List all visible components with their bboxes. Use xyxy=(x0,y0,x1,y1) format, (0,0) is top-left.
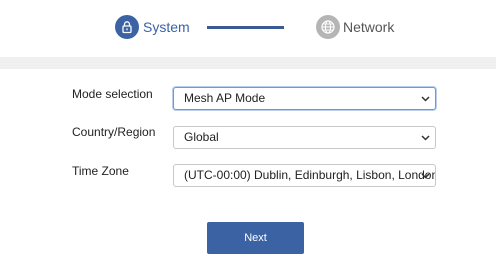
country-region-value: Global xyxy=(184,130,219,144)
globe-icon xyxy=(321,20,335,34)
system-step-icon xyxy=(115,15,139,39)
mode-selection-label: Mode selection xyxy=(72,87,153,101)
network-step-icon xyxy=(316,15,340,39)
next-button[interactable]: Next xyxy=(207,222,304,254)
step-network-label: Network xyxy=(343,19,395,35)
setup-stepper: System Network xyxy=(0,0,496,57)
step-connector xyxy=(207,26,284,29)
time-zone-value: (UTC-00:00) Dublin, Edinburgh, Lisbon, L… xyxy=(184,168,436,182)
time-zone-label: Time Zone xyxy=(72,164,129,178)
mode-selection-dropdown[interactable]: Mesh AP Mode xyxy=(173,87,436,110)
header-divider-band xyxy=(0,57,496,69)
chevron-down-icon xyxy=(420,127,430,148)
chevron-down-icon xyxy=(420,165,430,186)
step-system-label: System xyxy=(143,19,190,35)
country-region-dropdown[interactable]: Global xyxy=(173,126,436,149)
lock-icon xyxy=(122,21,132,34)
time-zone-dropdown[interactable]: (UTC-00:00) Dublin, Edinburgh, Lisbon, L… xyxy=(173,164,436,187)
chevron-down-icon xyxy=(420,88,430,109)
mode-selection-value: Mesh AP Mode xyxy=(184,91,266,105)
country-region-label: Country/Region xyxy=(72,125,156,139)
